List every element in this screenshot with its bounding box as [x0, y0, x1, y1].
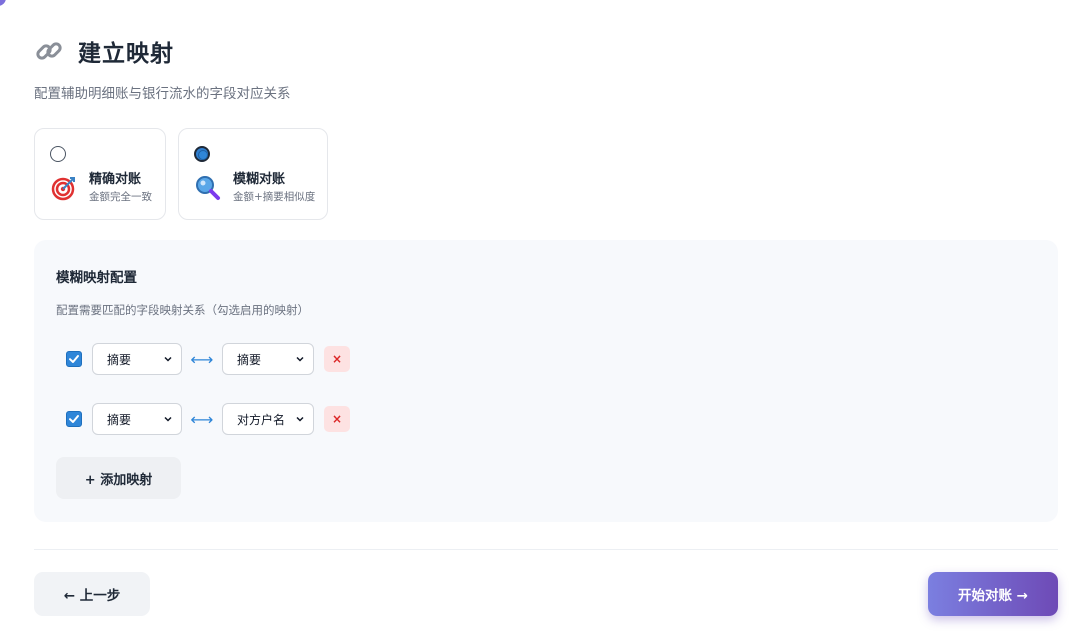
- page-title: 建立映射: [78, 41, 174, 67]
- chevron-down-icon: [295, 354, 305, 364]
- panel-description: 配置需要匹配的字段映射关系（勾选启用的映射）: [56, 303, 309, 317]
- start-reconciliation-button[interactable]: 开始对账 →: [928, 572, 1058, 616]
- mode-card-body: 精确对账 金额完全一致: [51, 171, 152, 205]
- footer-divider: [34, 549, 1058, 550]
- target-field-value: 摘要: [237, 352, 262, 367]
- target-icon: [51, 175, 77, 201]
- target-field-value: 对方户名: [237, 412, 286, 427]
- bidirectional-arrow-icon: ⟷: [190, 409, 214, 429]
- source-field-select[interactable]: 摘要: [92, 403, 182, 435]
- mapping-row: 摘要 ⟷ 对方户名 ×: [66, 403, 350, 435]
- check-icon: [69, 355, 79, 363]
- remove-mapping-button[interactable]: ×: [324, 346, 350, 372]
- previous-step-button[interactable]: ← 上一步: [34, 572, 150, 616]
- source-field-select[interactable]: 摘要: [92, 343, 182, 375]
- mode-card-fuzzy[interactable]: 模糊对账 金额+摘要相似度: [178, 128, 328, 220]
- mode-desc: 金额完全一致: [89, 191, 152, 203]
- mode-card-body: 模糊对账 金额+摘要相似度: [195, 171, 315, 205]
- remove-mapping-button[interactable]: ×: [324, 406, 350, 432]
- mapping-enable-checkbox[interactable]: [66, 351, 82, 367]
- mapping-page: 建立映射 配置辅助明细账与银行流水的字段对应关系 精确对账 金额完全一致 模糊对…: [0, 0, 1080, 642]
- corner-accent: [0, 0, 6, 6]
- page-header: 建立映射: [34, 34, 174, 68]
- fuzzy-mapping-panel: 模糊映射配置 配置需要匹配的字段映射关系（勾选启用的映射） 摘要 ⟷ 摘要 × …: [34, 240, 1058, 522]
- mode-card-exact[interactable]: 精确对账 金额完全一致: [34, 128, 166, 220]
- mode-card-text: 精确对账 金额完全一致: [89, 171, 152, 205]
- mapping-row: 摘要 ⟷ 摘要 ×: [66, 343, 350, 375]
- add-mapping-button[interactable]: + 添加映射: [56, 457, 181, 499]
- target-field-select[interactable]: 摘要: [222, 343, 314, 375]
- bidirectional-arrow-icon: ⟷: [190, 349, 214, 369]
- page-subtitle: 配置辅助明细账与银行流水的字段对应关系: [34, 86, 291, 102]
- mode-radio-exact[interactable]: [50, 146, 66, 162]
- chevron-down-icon: [163, 414, 173, 424]
- panel-title: 模糊映射配置: [56, 270, 137, 286]
- magnifier-icon: [195, 175, 221, 201]
- source-field-value: 摘要: [107, 412, 132, 427]
- mapping-enable-checkbox[interactable]: [66, 411, 82, 427]
- check-icon: [69, 415, 79, 423]
- mode-desc: 金额+摘要相似度: [233, 191, 316, 203]
- chevron-down-icon: [163, 354, 173, 364]
- target-field-select[interactable]: 对方户名: [222, 403, 314, 435]
- mode-selector: 精确对账 金额完全一致 模糊对账 金额+摘要相似度: [34, 128, 328, 220]
- link-icon: [34, 36, 64, 66]
- mode-name: 模糊对账: [233, 172, 286, 187]
- mode-name: 精确对账: [89, 172, 142, 187]
- mode-card-text: 模糊对账 金额+摘要相似度: [233, 171, 315, 205]
- mode-radio-fuzzy[interactable]: [194, 146, 210, 162]
- source-field-value: 摘要: [107, 352, 132, 367]
- chevron-down-icon: [295, 414, 305, 424]
